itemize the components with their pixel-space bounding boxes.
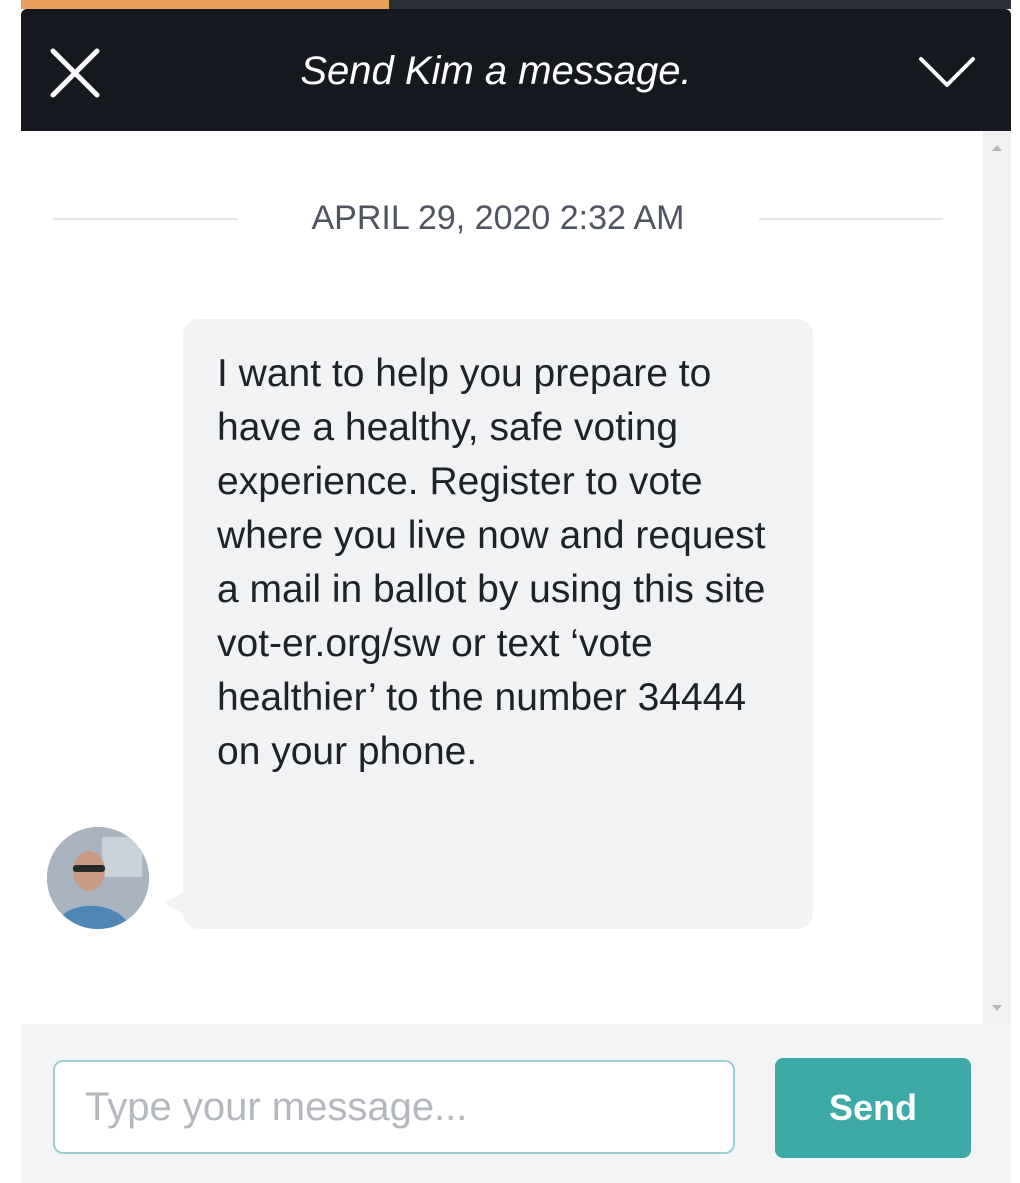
message-text: I want to help you prepare to have a hea… [217, 352, 766, 773]
avatar-image [47, 827, 149, 929]
top-dark-bar [389, 0, 1011, 9]
chat-widget: Send Kim a message. APRIL 29, 2020 2:32 … [21, 9, 1011, 1183]
chevron-down-icon [919, 57, 975, 87]
message-list[interactable]: APRIL 29, 2020 2:32 AM I want to help yo… [21, 131, 1011, 1024]
date-divider-line-left [53, 218, 238, 220]
message-composer: Send [21, 1024, 1011, 1183]
close-button[interactable] [45, 43, 105, 103]
chat-header: Send Kim a message. [21, 9, 1011, 131]
scrollbar[interactable] [983, 131, 1011, 1024]
chat-title: Send Kim a message. [300, 49, 692, 93]
date-divider: APRIL 29, 2020 2:32 AM [53, 195, 943, 241]
date-divider-line-right [759, 218, 943, 220]
message-bubble: I want to help you prepare to have a hea… [183, 319, 813, 929]
message-bubble-tail [165, 891, 185, 915]
collapse-button[interactable] [911, 45, 983, 101]
message-input[interactable] [53, 1060, 735, 1154]
close-icon [50, 48, 100, 98]
send-button[interactable]: Send [775, 1058, 971, 1158]
scroll-up-arrow-icon[interactable] [992, 145, 1002, 151]
top-accent-bar [21, 0, 389, 9]
date-divider-text: APRIL 29, 2020 2:32 AM [311, 199, 685, 237]
avatar [47, 827, 149, 929]
scroll-down-arrow-icon[interactable] [992, 1005, 1002, 1011]
